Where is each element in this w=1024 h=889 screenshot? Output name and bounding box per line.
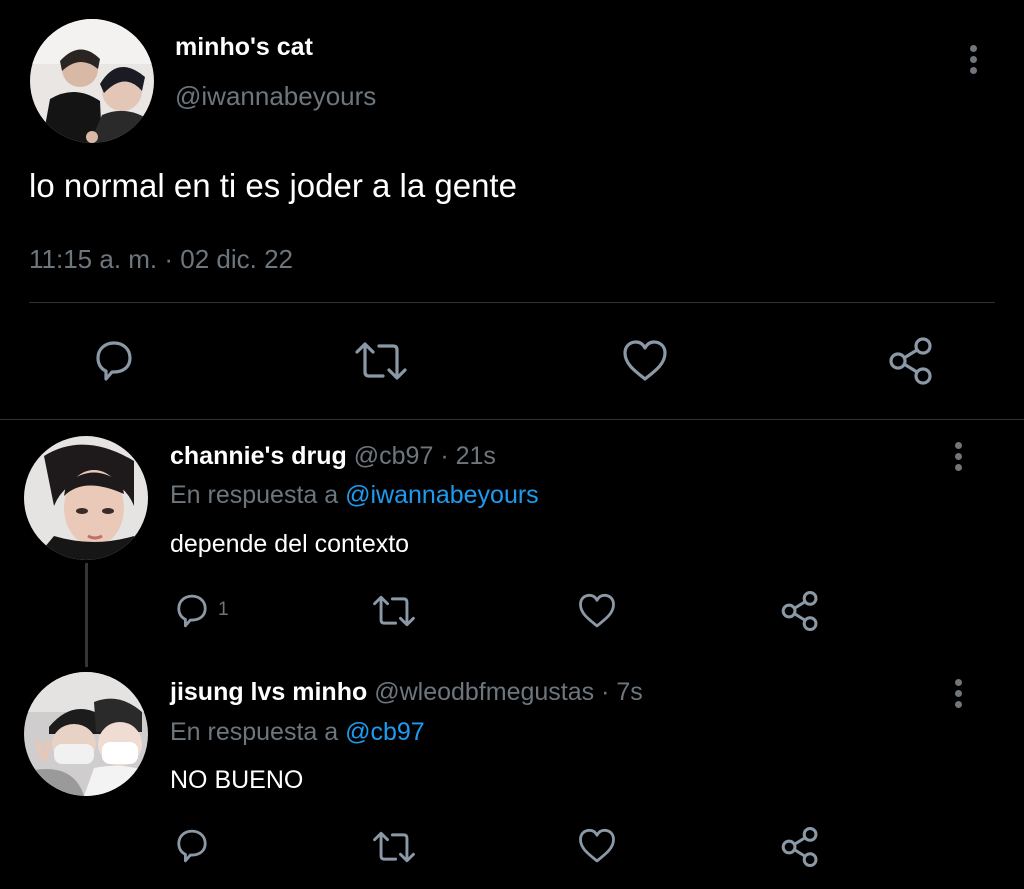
reply-1-avatar[interactable] bbox=[24, 436, 148, 560]
reply-1-reply-icon[interactable] bbox=[172, 592, 212, 630]
like-icon[interactable] bbox=[621, 338, 669, 384]
reply-1-more-icon[interactable] bbox=[953, 442, 963, 475]
reply-1-retweet-icon[interactable] bbox=[371, 594, 417, 628]
reply-2-handle[interactable]: @wleodbfmegustas bbox=[374, 678, 594, 706]
reply-1-time: · 21s bbox=[440, 442, 496, 470]
reply-1-in-reply-prefix: En respuesta a bbox=[170, 481, 339, 509]
reply-2-avatar[interactable] bbox=[24, 672, 148, 796]
main-tweet-bottom-divider bbox=[0, 419, 1024, 420]
main-tweet-divider bbox=[29, 302, 995, 303]
reply-2-display-name[interactable]: jisung lvs minho bbox=[170, 678, 367, 706]
main-tweet-text: lo normal en ti es joder a la gente bbox=[29, 167, 517, 204]
reply-1-text: depende del contexto bbox=[170, 530, 410, 558]
reply-1-in-reply-link[interactable]: @iwannabeyours bbox=[345, 481, 539, 509]
main-tweet-timestamp: 11:15 a. m. · 02 dic. 22 bbox=[29, 244, 293, 274]
thread-connector-line bbox=[85, 563, 88, 667]
main-tweet-more-icon[interactable] bbox=[968, 45, 978, 78]
reply-1-like-icon[interactable] bbox=[577, 592, 617, 630]
reply-2-in-reply-to: En respuesta a @cb97 bbox=[170, 718, 425, 747]
main-tweet-display-name[interactable]: minho's cat bbox=[175, 33, 313, 62]
reply-icon[interactable] bbox=[90, 338, 138, 384]
reply-1-header: channie's drug @cb97 · 21s bbox=[170, 442, 496, 471]
reply-1-share-icon[interactable] bbox=[779, 590, 821, 632]
reply-2-header: jisung lvs minho @wleodbfmegustas · 7s bbox=[170, 678, 643, 707]
reply-1-in-reply-to: En respuesta a @iwannabeyours bbox=[170, 481, 539, 510]
reply-2-in-reply-prefix: En respuesta a bbox=[170, 718, 339, 746]
main-tweet-avatar[interactable] bbox=[30, 19, 154, 143]
reply-2-more-icon[interactable] bbox=[953, 679, 963, 712]
reply-2-reply-icon[interactable] bbox=[172, 827, 212, 865]
main-tweet-handle[interactable]: @iwannabeyours bbox=[175, 81, 376, 112]
retweet-icon[interactable] bbox=[353, 340, 409, 382]
reply-1-reply-count: 1 bbox=[218, 599, 229, 620]
reply-2-text: NO BUENO bbox=[170, 766, 304, 794]
reply-2-in-reply-link[interactable]: @cb97 bbox=[345, 718, 425, 746]
share-icon[interactable] bbox=[886, 336, 936, 386]
reply-1-display-name[interactable]: channie's drug bbox=[170, 442, 347, 470]
reply-2-time: · 7s bbox=[601, 678, 643, 706]
reply-2-share-icon[interactable] bbox=[779, 826, 821, 868]
reply-1-handle[interactable]: @cb97 bbox=[354, 442, 434, 470]
reply-2-like-icon[interactable] bbox=[577, 827, 617, 865]
reply-2-retweet-icon[interactable] bbox=[371, 830, 417, 864]
